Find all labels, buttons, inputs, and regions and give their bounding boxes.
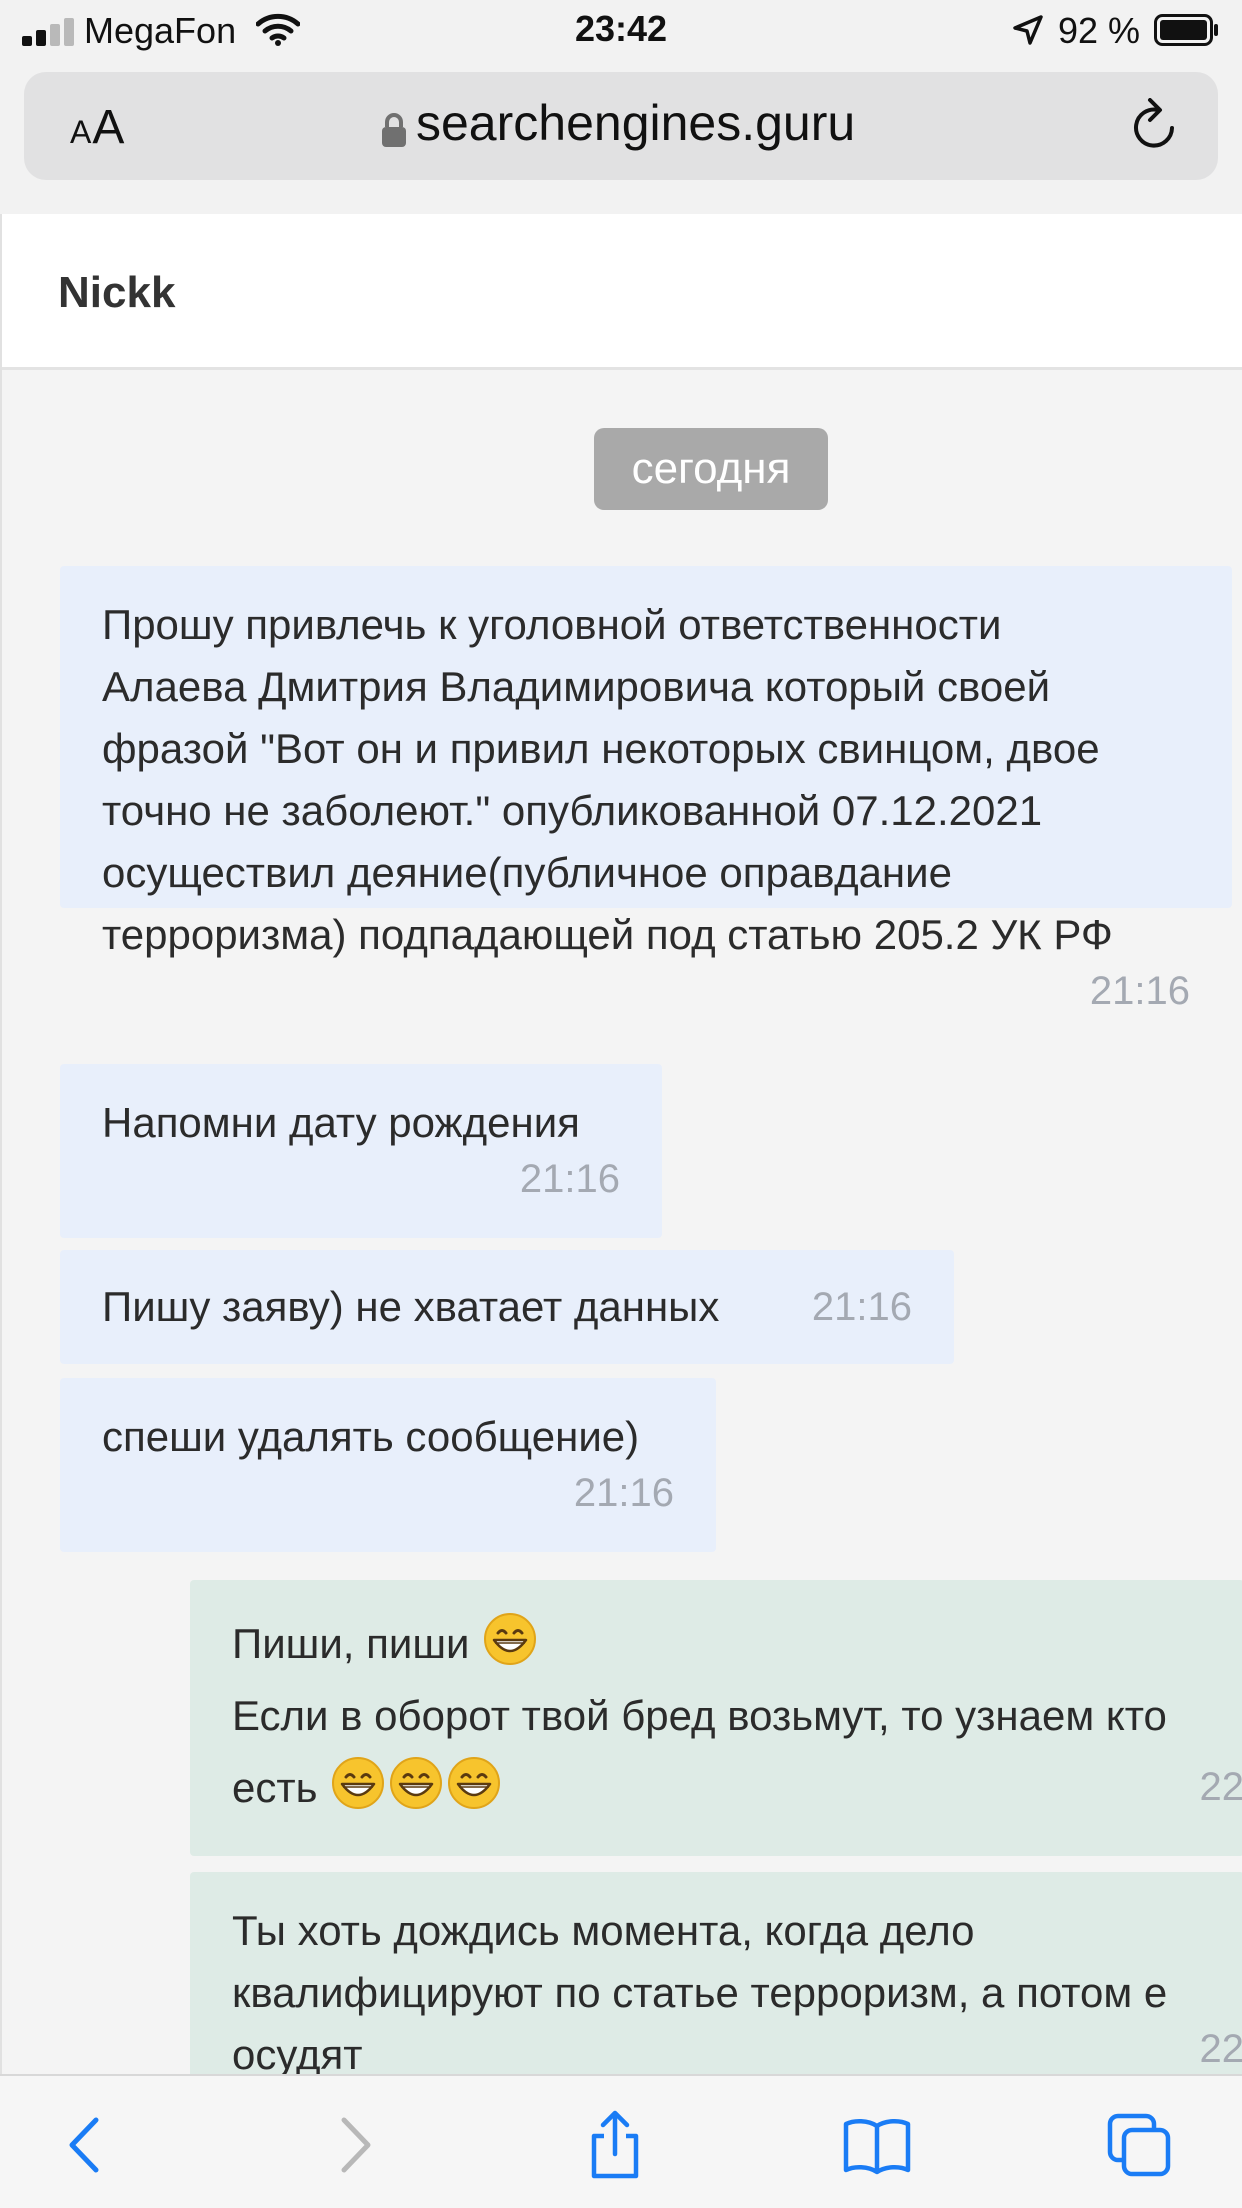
message-text-line: Напомни дату рождения bbox=[102, 1099, 580, 1146]
tabs-icon[interactable] bbox=[1104, 2110, 1174, 2180]
grinning-face-emoji-icon bbox=[484, 1613, 537, 1665]
message-text-line: Если в оборот твой бред возьмут, то узна… bbox=[232, 1692, 1167, 1739]
back-icon[interactable] bbox=[52, 2110, 122, 2180]
message-bubble-outgoing: Пиши, пиши Если в оборот твой бред возьм… bbox=[190, 1580, 1242, 1856]
forward-icon[interactable] bbox=[318, 2110, 388, 2180]
location-arrow-icon bbox=[1013, 15, 1043, 45]
message-time: 21:16 bbox=[1089, 969, 1190, 1013]
contact-name[interactable]: Nickk bbox=[58, 268, 175, 318]
message-time: 21:16 bbox=[519, 1157, 620, 1201]
conversation-header: Nickk bbox=[2, 214, 1242, 370]
message-text-line: квалифицируют по статье терроризм, а пот… bbox=[232, 1969, 1168, 2016]
battery-icon bbox=[1154, 14, 1218, 46]
message-text-line: точно не заболеют." опубликованной 07.12… bbox=[102, 787, 1043, 834]
message-time: 22 bbox=[1199, 1765, 1242, 1809]
message-time: 22 bbox=[1199, 2027, 1242, 2071]
message-text-line: Алаева Дмитрия Владимировича который сво… bbox=[102, 663, 1051, 710]
message-bubble-incoming: спеши удалять сообщение) 21:16 bbox=[60, 1378, 716, 1552]
grinning-face-emoji-icon bbox=[390, 1757, 443, 1809]
message-text-line: Пишу заяву) не хватает данных bbox=[102, 1283, 720, 1330]
message-time: 21:16 bbox=[573, 1471, 674, 1515]
browser-toolbar bbox=[0, 2074, 1242, 2208]
reload-icon[interactable] bbox=[1128, 98, 1180, 154]
status-time: 23:42 bbox=[574, 8, 668, 49]
message-bubble-incoming: Напомни дату рождения 21:16 bbox=[60, 1064, 662, 1238]
message-text-line: фразой "Вот он и привил некоторых свинцо… bbox=[102, 725, 1100, 772]
message-text-line: Ты хоть дождись момента, когда дело bbox=[232, 1907, 975, 1954]
message-text-line: Прошу привлечь к уголовной ответственнос… bbox=[102, 601, 1002, 648]
url-domain[interactable]: searchengines.guru bbox=[416, 94, 855, 152]
message-text-line: есть bbox=[232, 1764, 318, 1811]
message-text-line: осуществил деяние(публичное оправдание bbox=[102, 849, 952, 896]
message-text-line: Пиши, пиши bbox=[232, 1620, 470, 1667]
grinning-face-emoji-icon bbox=[332, 1757, 385, 1809]
browser-address-area: AA searchengines.guru bbox=[0, 62, 1242, 216]
bookmarks-icon[interactable] bbox=[842, 2110, 912, 2180]
day-separator: сегодня bbox=[594, 428, 828, 510]
message-text-line: терроризма) подпадающей под статью 205.2… bbox=[102, 911, 1113, 958]
message-time: 21:16 bbox=[811, 1285, 912, 1329]
status-bar: MegaFon 23:42 92 % bbox=[0, 0, 1242, 62]
grinning-face-emoji-icon bbox=[448, 1757, 501, 1809]
message-text-line: осудят bbox=[232, 2031, 363, 2074]
text-size-button[interactable]: AA bbox=[70, 100, 125, 155]
lock-icon bbox=[382, 113, 406, 147]
message-bubble-incoming: Пишу заяву) не хватает данных 21:16 bbox=[60, 1250, 954, 1364]
address-bar[interactable]: AA searchengines.guru bbox=[24, 72, 1218, 180]
battery-percentage: 92 % bbox=[1058, 10, 1141, 51]
message-bubble-outgoing: Ты хоть дождись момента, когда дело квал… bbox=[190, 1872, 1242, 2074]
message-text-line: спеши удалять сообщение) bbox=[102, 1413, 640, 1460]
share-icon[interactable] bbox=[580, 2110, 650, 2180]
message-bubble-incoming: Прошу привлечь к уголовной ответственнос… bbox=[60, 566, 1232, 1013]
messages-page: Nickk сегодня Прошу привлечь к уголовной… bbox=[0, 214, 1242, 2074]
